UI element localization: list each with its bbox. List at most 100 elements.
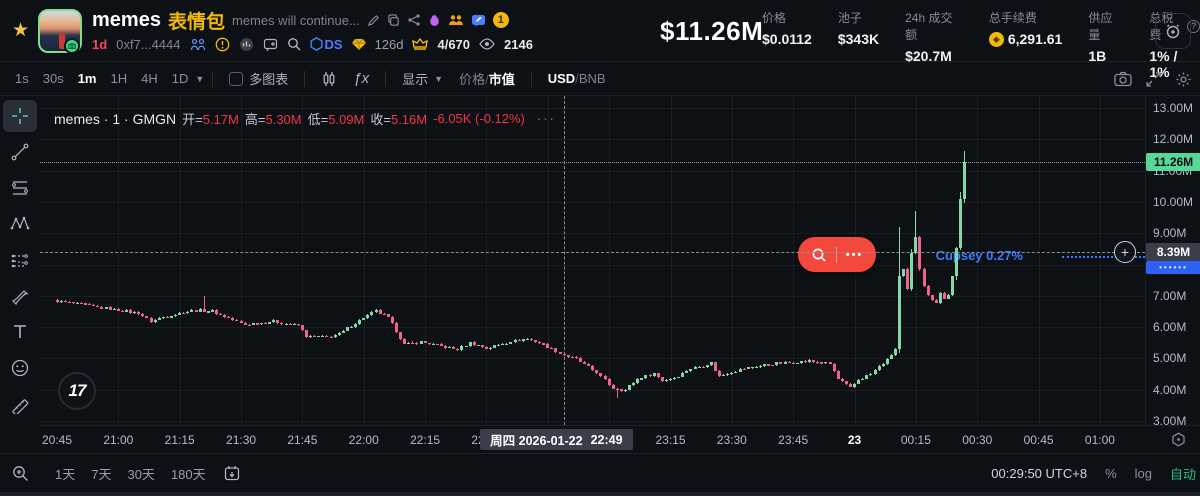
interval-1m[interactable]: 1m [71, 67, 104, 90]
candlestick-chart[interactable]: memes · 1 · GMGN 开=5.17M 高=5.30M 低=5.09M… [40, 96, 1145, 425]
interval-1s[interactable]: 1s [8, 67, 36, 90]
gridline-v [425, 96, 427, 425]
candle [88, 304, 92, 306]
candle [865, 375, 869, 379]
goto-date-icon[interactable] [224, 465, 240, 481]
contract-address[interactable]: 0xf7...4444 [116, 37, 180, 52]
bnb-option[interactable]: BNB [579, 71, 606, 86]
candle [713, 362, 717, 371]
candle [808, 360, 812, 362]
display-dropdown[interactable]: 显示 ▼ [394, 69, 451, 88]
session-clock[interactable]: 00:29:50 UTC+8 [991, 466, 1087, 481]
fullscreen-icon[interactable] [1146, 71, 1161, 87]
range-30天[interactable]: 30天 [127, 464, 154, 483]
edit-icon[interactable] [367, 14, 380, 27]
candle [685, 371, 689, 373]
chevron-down-icon: ▼ [434, 73, 444, 84]
magnifier-icon[interactable] [811, 247, 827, 263]
tool-emoji[interactable] [3, 352, 37, 384]
floating-action-pill[interactable]: ••• [798, 237, 876, 272]
price-mcap-switch[interactable]: 价格/市值 [451, 69, 523, 88]
tool-crosshair[interactable] [3, 100, 37, 132]
crosshair-plus-icon[interactable]: + [1114, 241, 1136, 264]
axis-settings-icon[interactable] [1171, 432, 1186, 447]
search-icon[interactable] [287, 37, 301, 51]
watchlist-star-icon[interactable]: ★ [12, 19, 29, 42]
candle [280, 322, 284, 325]
overlay-price-label: •••••• [1146, 261, 1200, 275]
copy-icon[interactable] [387, 13, 400, 27]
coin-badge[interactable]: 1 [492, 12, 509, 28]
tool-fib-retracement[interactable] [3, 172, 37, 204]
zoom-in-icon[interactable] [12, 465, 29, 482]
gridline-v [1038, 96, 1040, 425]
gridline-h [40, 264, 1145, 266]
interval-1H[interactable]: 1H [104, 67, 135, 90]
tool-brush[interactable] [3, 280, 37, 312]
screenshot-camera-icon[interactable] [1114, 71, 1132, 87]
tool-trend-line[interactable] [3, 136, 37, 168]
range-7天[interactable]: 7天 [91, 464, 111, 483]
candle [358, 319, 362, 325]
candle [468, 342, 472, 347]
price-axis[interactable]: 3.00M4.00M5.00M6.00M7.00M8.00M9.00M10.00… [1145, 96, 1200, 428]
percent-scale-button[interactable]: % [1105, 466, 1117, 481]
candle [489, 347, 493, 349]
alert-circle-icon[interactable] [215, 37, 230, 52]
chart-circle-icon[interactable] [239, 37, 254, 52]
xabcd-pattern-icon [10, 216, 30, 230]
overlay-line-label[interactable]: Cupsey 0.27% [936, 248, 1023, 263]
settings-gear-icon[interactable] [1175, 71, 1192, 88]
candle [80, 302, 84, 304]
price-tick-9.00M: 9.00M [1153, 226, 1187, 241]
candle [681, 372, 685, 377]
tradingview-logo[interactable]: 17 [58, 372, 96, 410]
usd-option[interactable]: USD [548, 71, 575, 86]
log-scale-button[interactable]: log [1135, 466, 1152, 481]
interval-30s[interactable]: 30s [36, 67, 71, 90]
mcap-option[interactable]: 市值 [489, 72, 515, 87]
indicators-button[interactable]: ƒx [345, 70, 377, 87]
toolbar-right [1114, 62, 1192, 96]
tool-forecast[interactable] [3, 244, 37, 276]
avatar-camera-badge[interactable] [64, 38, 80, 54]
chat-edit-icon[interactable] [471, 13, 486, 28]
candle [460, 346, 464, 351]
holders-icon[interactable] [190, 38, 206, 51]
tool-text[interactable] [3, 316, 37, 348]
interval-1D[interactable]: 1D [165, 67, 196, 90]
price-option[interactable]: 价格 [459, 72, 485, 87]
more-options-icon[interactable]: ••• [846, 249, 864, 261]
price-alert-button[interactable] [1155, 13, 1191, 49]
share-icon[interactable] [407, 13, 421, 27]
chart-style-button[interactable] [313, 71, 345, 87]
candle [354, 324, 358, 328]
current-price-line [40, 162, 1145, 164]
interval-4H[interactable]: 4H [134, 67, 165, 90]
flame-icon[interactable] [428, 13, 441, 28]
auto-scale-button[interactable]: 自动 [1170, 464, 1196, 483]
tool-ruler[interactable] [3, 388, 37, 420]
message-plus-icon[interactable] [263, 37, 278, 52]
time-axis[interactable]: 01:0000:4500:3000:152323:4523:3023:1523:… [40, 425, 1200, 453]
gridline-h [40, 421, 1145, 422]
range-1天[interactable]: 1天 [55, 464, 75, 483]
candle [59, 300, 63, 303]
legend-more-dots[interactable]: ··· [537, 111, 556, 126]
candle [734, 371, 738, 373]
candle [210, 310, 214, 312]
gridline-h [40, 201, 1145, 203]
candle [161, 317, 165, 319]
candle [198, 308, 202, 312]
interval-chevron-icon[interactable]: ▼ [195, 74, 204, 84]
range-180天[interactable]: 180天 [171, 464, 206, 483]
candle [611, 384, 615, 389]
multichart-toggle[interactable]: 多图表 [221, 69, 296, 88]
stat-value: $0.0112 [762, 31, 812, 47]
tool-xabcd-pattern[interactable] [3, 208, 37, 240]
gem-icon[interactable] [351, 38, 366, 51]
dexscreener-link[interactable]: DS [309, 37, 343, 52]
members-icon[interactable] [448, 13, 464, 27]
currency-switch[interactable]: USD/BNB [540, 71, 614, 86]
candle [239, 320, 243, 323]
